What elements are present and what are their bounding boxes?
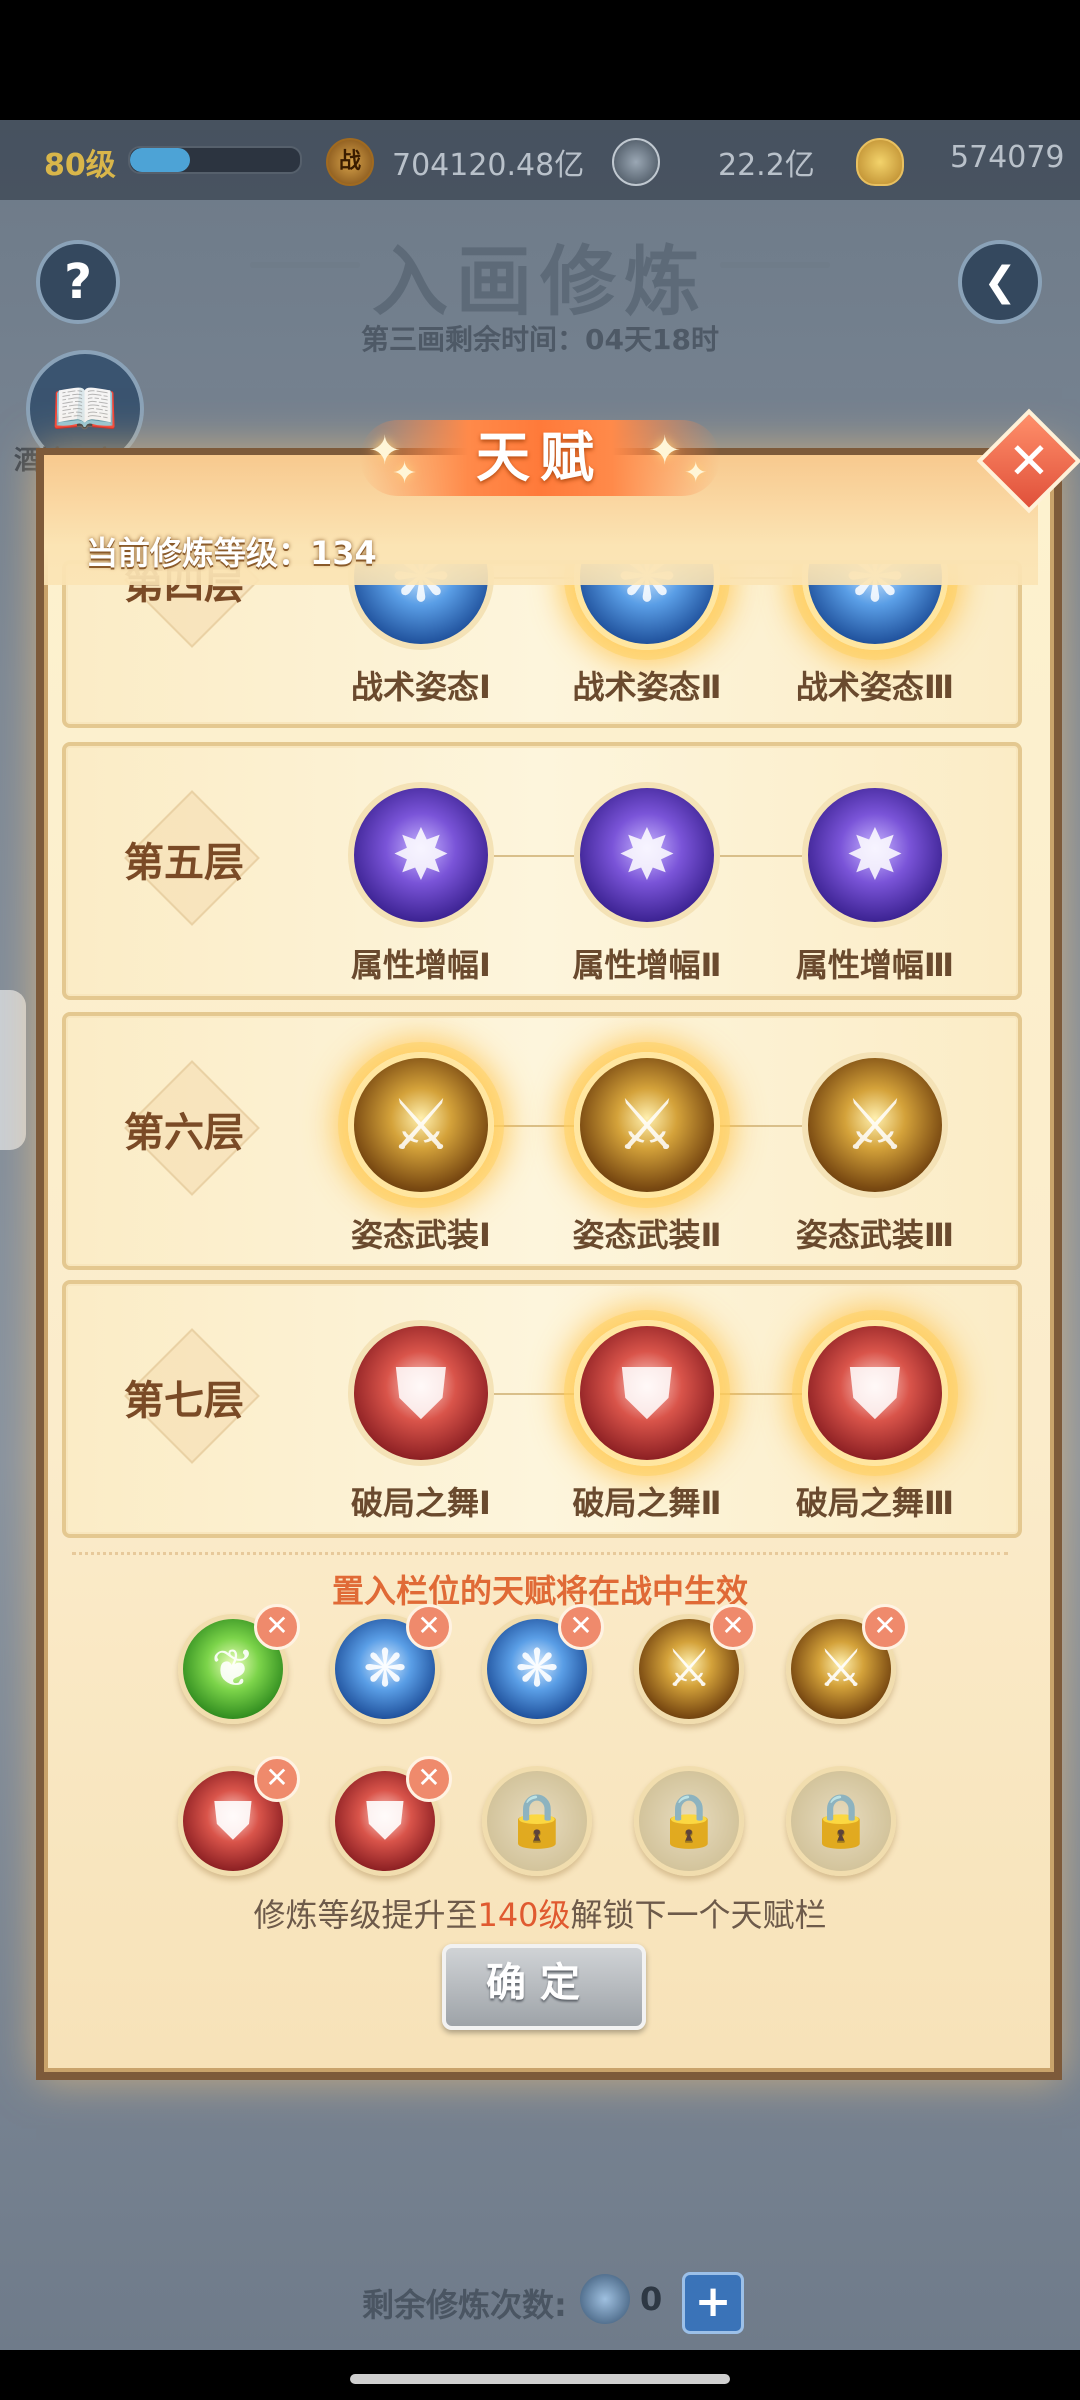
page-title: 入画修炼 bbox=[372, 237, 708, 326]
gold-ingot-icon bbox=[856, 138, 904, 186]
shield-icon: ⛊ bbox=[394, 1352, 448, 1434]
talent-node[interactable]: ⚔ bbox=[574, 1052, 720, 1198]
lock-icon: 🔒 bbox=[504, 1791, 570, 1851]
talent-label: 破局之舞Ⅱ bbox=[572, 1484, 722, 1522]
talent-layer: 第五层 ✸ 属性增幅Ⅰ ✸ 属性增幅Ⅱ ✸ 属性增幅Ⅲ bbox=[62, 742, 1022, 1000]
exp-bar bbox=[128, 146, 302, 174]
unlock-hint-prefix: 修炼等级提升至 bbox=[253, 1896, 478, 1934]
talent-node[interactable]: ⚔ bbox=[348, 1052, 494, 1198]
remove-slot-icon[interactable]: ✕ bbox=[406, 1604, 452, 1650]
unlock-level: 140级 bbox=[477, 1896, 571, 1934]
slots-caption: 置入栏位的天赋将在战中生效 bbox=[331, 1572, 748, 1610]
lock-icon: 🔒 bbox=[656, 1791, 722, 1851]
player-level: 80级 bbox=[44, 148, 116, 183]
remaining-attempts-value: 0 bbox=[640, 2280, 663, 2318]
locked-talent-slot: 🔒 bbox=[634, 1766, 744, 1876]
current-level-value: 134 bbox=[310, 534, 377, 572]
layer-name: 第五层 bbox=[124, 840, 244, 886]
talent-label: 破局之舞Ⅲ bbox=[795, 1484, 955, 1522]
amplify-icon: ✸ bbox=[845, 814, 905, 896]
remove-slot-icon[interactable]: ✕ bbox=[254, 1604, 300, 1650]
silver-coin-icon bbox=[612, 138, 660, 186]
talent-connector bbox=[494, 855, 574, 857]
exp-bar-fill bbox=[130, 148, 190, 172]
talent-node[interactable]: ✸ bbox=[802, 782, 948, 928]
title-ornament-right bbox=[720, 262, 830, 268]
remove-slot-icon[interactable]: ✕ bbox=[254, 1756, 300, 1802]
shield-icon: ⛊ bbox=[620, 1352, 674, 1434]
talent-label: 姿态武装Ⅲ bbox=[795, 1216, 955, 1254]
silver-value: 22.2亿 bbox=[718, 148, 815, 183]
lock-icon: 🔒 bbox=[808, 1791, 874, 1851]
talent-layer: 第六层 ⚔ 姿态武装Ⅰ ⚔ 姿态武装Ⅱ ⚔ 姿态武装Ⅲ bbox=[62, 1012, 1022, 1270]
remaining-time: 第三画剩余时间：04天18时 bbox=[361, 323, 719, 356]
close-icon[interactable]: ✕ bbox=[992, 424, 1066, 498]
talent-node[interactable]: ⛊ bbox=[348, 1320, 494, 1466]
current-level-label: 当前修炼等级： bbox=[86, 534, 311, 572]
attempt-token-icon bbox=[580, 2274, 630, 2324]
talent-node[interactable]: ⚔ bbox=[802, 1052, 948, 1198]
locked-talent-slot: 🔒 bbox=[786, 1766, 896, 1876]
talent-label: 姿态武装Ⅱ bbox=[572, 1216, 722, 1254]
layer-name: 第七层 bbox=[124, 1378, 244, 1424]
talent-label: 属性增幅Ⅲ bbox=[795, 946, 955, 984]
status-bar bbox=[0, 0, 1080, 120]
talent-label: 姿态武装Ⅰ bbox=[351, 1216, 491, 1254]
add-attempts-button[interactable]: + bbox=[682, 2272, 744, 2334]
talent-layer: 第七层 ⛊ 破局之舞Ⅰ ⛊ 破局之舞Ⅱ ⛊ 破局之舞Ⅲ bbox=[62, 1280, 1022, 1538]
remove-slot-icon[interactable]: ✕ bbox=[862, 1604, 908, 1650]
remaining-attempts-label: 剩余修炼次数: bbox=[362, 2286, 567, 2324]
talent-node[interactable]: ⛊ bbox=[574, 1320, 720, 1466]
layer-name: 第六层 bbox=[124, 1110, 244, 1156]
talent-connector bbox=[720, 1125, 802, 1127]
sword-icon: ⚔ bbox=[843, 1084, 907, 1166]
locked-talent-slot: 🔒 bbox=[482, 1766, 592, 1876]
amplify-icon: ✸ bbox=[617, 814, 677, 896]
talent-node[interactable]: ✸ bbox=[574, 782, 720, 928]
sword-icon: ⚔ bbox=[389, 1084, 453, 1166]
talent-label: 战术姿态Ⅲ bbox=[795, 668, 955, 706]
sword-icon: ⚔ bbox=[615, 1084, 679, 1166]
section-divider bbox=[72, 1552, 1008, 1555]
sparkle-icon: ✦ bbox=[392, 456, 418, 491]
back-button[interactable]: ❮ bbox=[958, 240, 1042, 324]
talent-layer: 第四层 ❋ 战术姿态Ⅰ ❋ 战术姿态Ⅱ ❋ 战术姿态Ⅲ bbox=[62, 560, 1022, 728]
talent-label: 属性增幅Ⅱ bbox=[572, 946, 722, 984]
sparkle-icon: ✦ bbox=[684, 456, 708, 489]
sparkle-icon: ✦ bbox=[648, 428, 682, 474]
side-drawer-handle[interactable] bbox=[0, 990, 26, 1150]
talent-label: 战术姿态Ⅱ bbox=[572, 668, 722, 706]
remove-slot-icon[interactable]: ✕ bbox=[710, 1604, 756, 1650]
unlock-hint-suffix: 解锁下一个天赋栏 bbox=[570, 1896, 827, 1934]
gold-value: 574079 bbox=[950, 140, 1065, 175]
amplify-icon: ✸ bbox=[391, 814, 451, 896]
talent-node[interactable]: ✸ bbox=[348, 782, 494, 928]
remove-slot-icon[interactable]: ✕ bbox=[406, 1756, 452, 1802]
talent-node[interactable]: ⛊ bbox=[802, 1320, 948, 1466]
power-icon: 战 bbox=[326, 138, 374, 186]
talent-label: 战术姿态Ⅰ bbox=[351, 668, 491, 706]
unlock-hint: 修炼等级提升至140级解锁下一个天赋栏 bbox=[0, 1890, 1080, 1936]
remove-slot-icon[interactable]: ✕ bbox=[558, 1604, 604, 1650]
talent-connector bbox=[494, 1125, 574, 1127]
talent-connector bbox=[720, 1393, 802, 1395]
home-gesture-handle[interactable] bbox=[350, 2374, 730, 2384]
talent-connector bbox=[720, 855, 802, 857]
talent-label: 破局之舞Ⅰ bbox=[351, 1484, 491, 1522]
talent-connector bbox=[494, 1393, 574, 1395]
shield-icon: ⛊ bbox=[848, 1352, 902, 1434]
current-level: 当前修炼等级：134 bbox=[86, 528, 377, 574]
power-value: 704120.48亿 bbox=[392, 148, 585, 183]
confirm-button-label[interactable]: 确定 bbox=[442, 1944, 638, 2022]
help-button[interactable]: ? bbox=[36, 240, 120, 324]
talent-label: 属性增幅Ⅰ bbox=[351, 946, 491, 984]
